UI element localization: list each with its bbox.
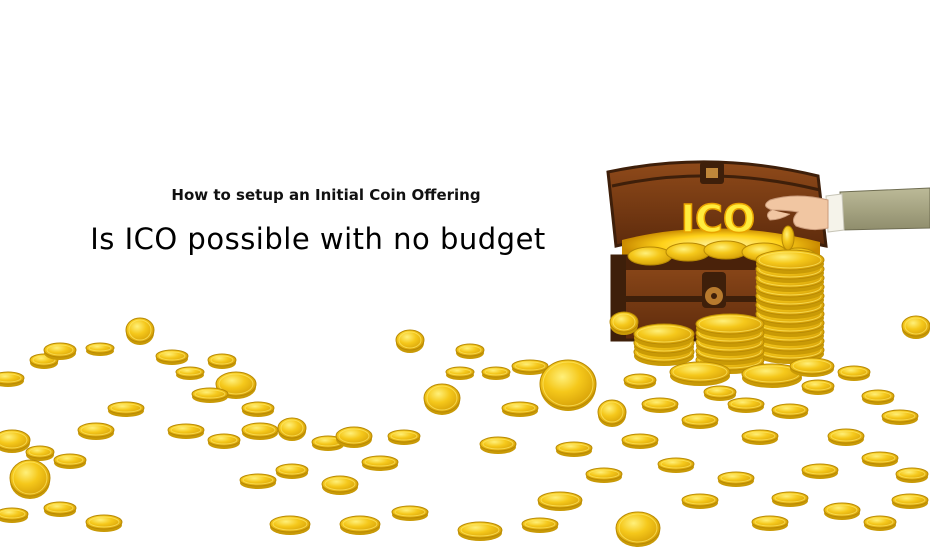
coin-icon <box>633 323 695 348</box>
coin-icon <box>755 249 825 274</box>
coin-icon <box>881 409 919 425</box>
ico-banner: ICO How to setup an Initial Coin Offerin… <box>0 0 930 550</box>
coin-icon <box>863 515 897 531</box>
coin-icon <box>275 463 309 479</box>
coin-icon <box>77 422 115 440</box>
coin-icon <box>175 366 205 380</box>
coin-icon <box>615 511 661 547</box>
coin-icon <box>891 493 929 509</box>
coin-icon <box>43 342 77 360</box>
coin-icon <box>0 429 31 453</box>
coin-icon <box>861 451 899 467</box>
coin-icon <box>861 389 895 405</box>
coin-icon <box>241 422 279 440</box>
coins-illustration: ICO <box>0 160 930 547</box>
chest-label: ICO <box>681 197 755 241</box>
coin-icon <box>53 453 87 469</box>
coin-icon <box>771 403 809 419</box>
coin-icon <box>669 361 731 386</box>
coin-icon <box>207 353 237 369</box>
coin-icon <box>339 515 381 535</box>
coin-icon <box>801 379 835 395</box>
coin-icon <box>361 455 399 471</box>
coin-icon <box>641 397 679 413</box>
coin-icon <box>717 471 755 487</box>
coin-icon <box>801 463 839 479</box>
coin-icon <box>695 313 765 338</box>
coin-icon <box>391 505 429 521</box>
coin-icon <box>9 459 51 499</box>
coin-icon <box>0 507 29 523</box>
coin-icon <box>555 441 593 457</box>
coin-icon <box>895 467 929 483</box>
coin-icon <box>85 514 123 532</box>
coin-icon <box>277 417 307 441</box>
coin-icon <box>395 329 425 353</box>
coin-icon <box>521 517 559 533</box>
coin-icon <box>457 521 503 541</box>
coin-icon <box>741 429 779 445</box>
coin-icon <box>597 399 627 427</box>
coin-icon <box>155 349 189 365</box>
coin-icon <box>479 436 517 454</box>
coin-icon <box>239 473 277 489</box>
coin-icon <box>837 365 871 381</box>
coin-icon <box>0 371 25 387</box>
coin-icon <box>771 491 809 507</box>
coin-icon <box>241 401 275 417</box>
coin-icon <box>269 515 311 535</box>
coin-icon <box>445 366 475 380</box>
coin-icon <box>823 502 861 520</box>
coin-icon <box>167 423 205 439</box>
coin-icon <box>727 397 765 413</box>
coin-icon <box>423 383 461 415</box>
coin-icon <box>107 401 145 417</box>
coin-icon <box>681 493 719 509</box>
coin-icon <box>751 515 789 531</box>
coin-icon <box>901 315 930 339</box>
coin-icon <box>191 387 229 403</box>
coin-icon <box>481 366 511 380</box>
coin-icon <box>207 433 241 449</box>
coin-icon <box>321 475 359 495</box>
coin-icon <box>539 359 597 411</box>
page-title: Is ICO possible with no budget <box>90 222 546 256</box>
coin-icon <box>25 445 55 461</box>
coin-icon <box>387 429 421 445</box>
coin-icon <box>335 426 373 448</box>
coin-icon <box>681 413 719 429</box>
coin-icon <box>703 385 737 401</box>
coin-icon <box>789 357 835 377</box>
coin-icon <box>621 433 659 449</box>
coin-icon <box>455 343 485 359</box>
page-subtitle: How to setup an Initial Coin Offering <box>171 186 481 204</box>
coin-icon <box>623 373 657 389</box>
coin-icon <box>125 317 155 345</box>
coin-icon <box>609 311 639 335</box>
coin-icon <box>85 342 115 356</box>
coin-icon <box>537 491 583 511</box>
coin-icon <box>501 401 539 417</box>
coin-icon <box>585 467 623 483</box>
coin-icon <box>657 457 695 473</box>
coin-icon <box>43 501 77 517</box>
coin-icon <box>827 428 865 446</box>
